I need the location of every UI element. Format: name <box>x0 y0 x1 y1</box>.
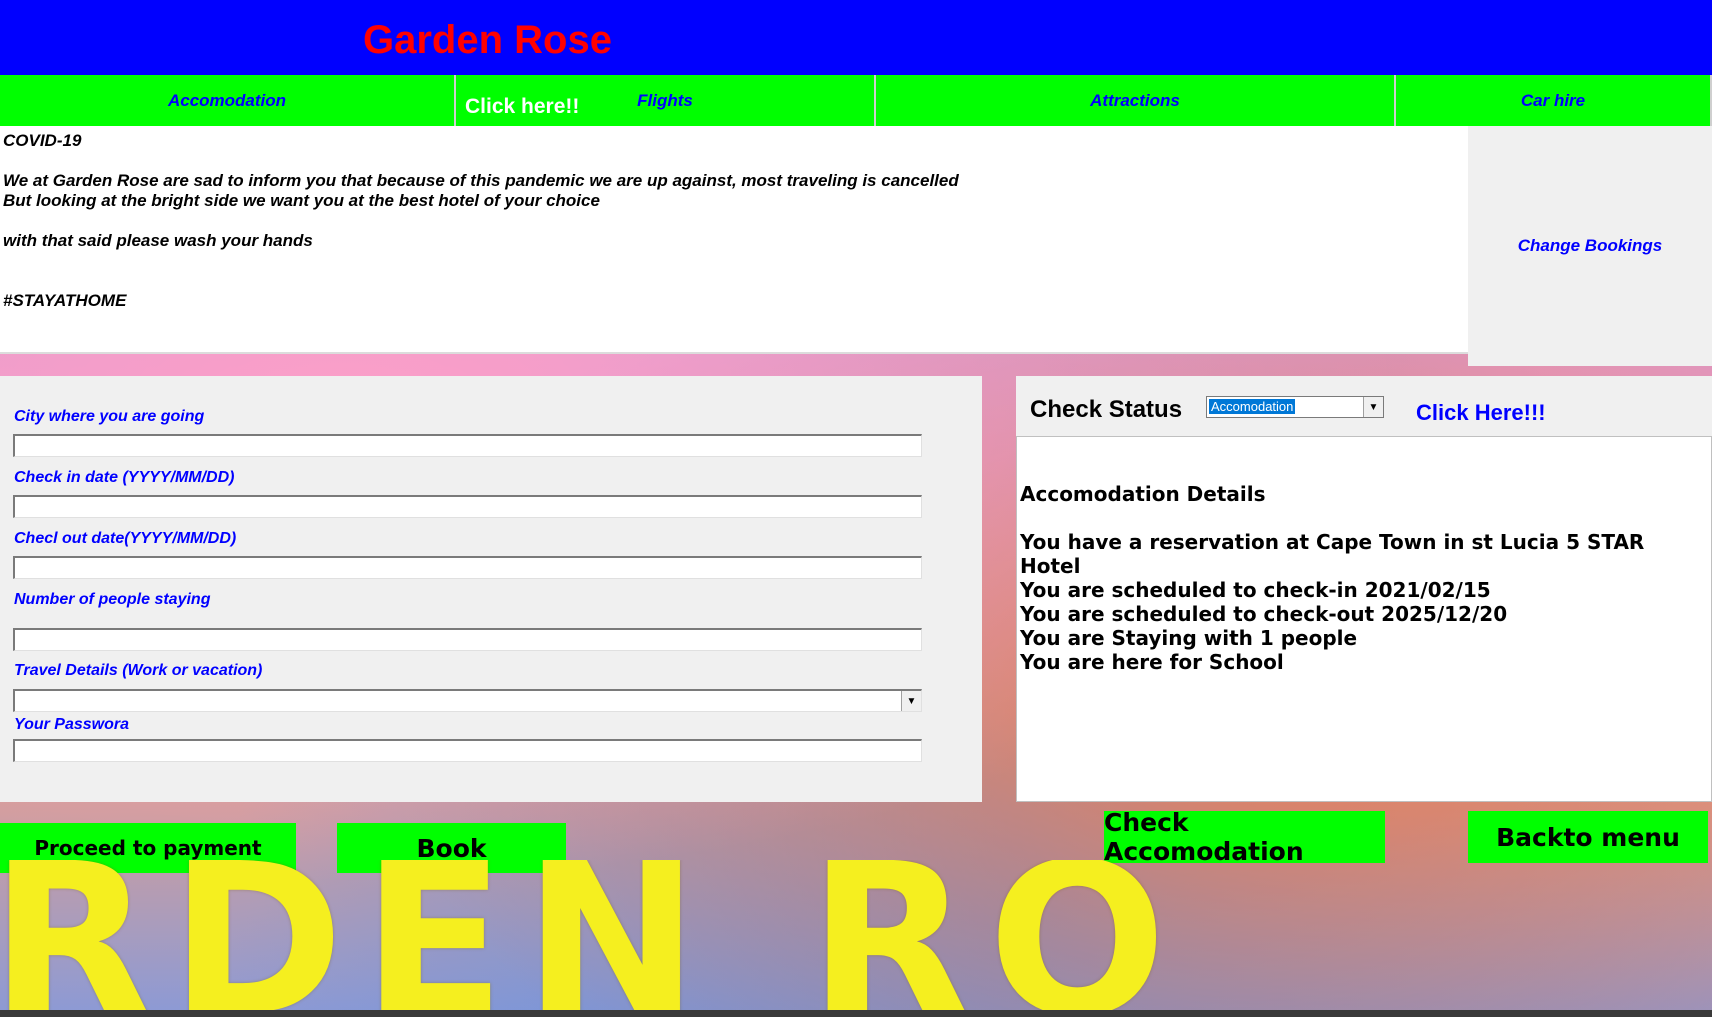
status-type-select[interactable]: Accomodation ▼ <box>1206 396 1384 418</box>
travel-label: Travel Details (Work or vacation) <box>14 662 263 679</box>
status-title: Check Status <box>1030 396 1183 423</box>
app-title: Garden Rose <box>363 18 612 62</box>
taskbar-edge <box>0 1010 1712 1017</box>
checkout-input[interactable] <box>13 556 922 579</box>
accomodation-details-box: Accomodation Details You have a reservat… <box>1016 436 1712 802</box>
banner-text: RDEN RO <box>0 860 1185 1010</box>
nav-attractions-button[interactable]: Attractions <box>876 75 1396 126</box>
status-header: Check Status Accomodation ▼ Click Here!!… <box>1016 376 1712 436</box>
password-input[interactable] <box>13 739 922 762</box>
checkout-label: Checl out date(YYYY/MM/DD) <box>14 530 237 547</box>
check-accomodation-button[interactable]: Check Accomodation <box>1104 808 1385 866</box>
change-bookings-link[interactable]: Change Bookings <box>1468 236 1712 256</box>
notice-line: with that said please wash your hands <box>3 231 313 250</box>
details-line: You are here for School <box>1020 650 1284 674</box>
header-bar: Garden Rose <box>0 0 1712 75</box>
travel-select[interactable]: ▼ <box>13 689 922 712</box>
click-here-link[interactable]: Click here!! <box>465 95 579 119</box>
notice-line: We at Garden Rose are sad to inform you … <box>3 171 959 190</box>
nav-car-hire-button[interactable]: Car hire <box>1396 75 1712 126</box>
people-input[interactable] <box>13 628 922 651</box>
status-click-here-link[interactable]: Click Here!!! <box>1416 400 1546 426</box>
back-to-menu-button[interactable]: Backto menu <box>1468 811 1708 863</box>
city-input[interactable] <box>13 434 922 457</box>
notice-heading: COVID-19 <box>3 131 82 150</box>
chevron-down-icon[interactable]: ▼ <box>1363 397 1383 417</box>
city-label: City where you are going <box>14 408 205 425</box>
people-label: Number of people staying <box>14 591 211 608</box>
checkin-input[interactable] <box>13 495 922 518</box>
nav-bar: Accomodation Flights Attractions Car hir… <box>0 75 1712 126</box>
covid-notice: COVID-19 We at Garden Rose are sad to in… <box>0 126 1468 354</box>
booking-form: City where you are going Check in date (… <box>0 376 982 802</box>
password-label: Your Passwora <box>14 716 130 733</box>
checkin-label: Check in date (YYYY/MM/DD) <box>14 469 235 486</box>
details-line: You are scheduled to check-out 2025/12/2… <box>1020 602 1508 626</box>
chevron-down-icon[interactable]: ▼ <box>901 691 921 711</box>
nav-accomodation-button[interactable]: Accomodation <box>0 75 456 126</box>
status-selected-value: Accomodation <box>1209 399 1296 414</box>
details-line: You are Staying with 1 people <box>1020 626 1358 650</box>
change-bookings-panel: Change Bookings <box>1468 126 1712 366</box>
details-heading: Accomodation Details <box>1020 482 1266 506</box>
details-line: You are scheduled to check-in 2021/02/15 <box>1020 578 1491 602</box>
notice-line: But looking at the bright side we want y… <box>3 191 600 210</box>
brand-banner: RDEN RO <box>0 860 1712 1010</box>
details-line: You have a reservation at Cape Town in s… <box>1020 530 1645 578</box>
notice-hashtag: #STAYATHOME <box>3 291 127 310</box>
